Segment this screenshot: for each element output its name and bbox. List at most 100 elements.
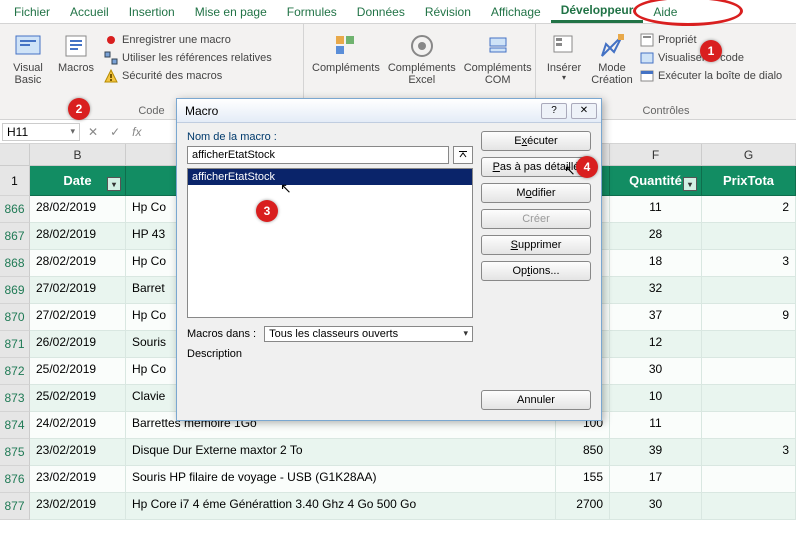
macro-security-button[interactable]: Sécurité des macros: [102, 68, 274, 84]
cell-desc[interactable]: Hp Core i7 4 éme Générattion 3.40 Ghz 4 …: [126, 493, 556, 520]
cell-date[interactable]: 28/02/2019: [30, 196, 126, 223]
cell-desc[interactable]: Disque Dur Externe maxtor 2 To: [126, 439, 556, 466]
select-all-corner[interactable]: [0, 144, 30, 166]
macros-in-select[interactable]: Tous les classeurs ouverts: [264, 326, 473, 342]
cell-d[interactable]: 2700: [556, 493, 610, 520]
cell-date[interactable]: 25/02/2019: [30, 358, 126, 385]
record-macro-button[interactable]: Enregistrer une macro: [102, 32, 274, 48]
accept-formula-icon[interactable]: ✓: [104, 125, 126, 139]
execute-button[interactable]: Exécuter: [481, 131, 591, 151]
col-header-G[interactable]: G: [702, 144, 796, 166]
run-dialog-button[interactable]: Exécuter la boîte de dialo: [638, 68, 784, 84]
cell-desc[interactable]: Souris HP filaire de voyage - USB (G1K28…: [126, 466, 556, 493]
cell-date[interactable]: 27/02/2019: [30, 304, 126, 331]
row-header[interactable]: 875: [0, 439, 30, 466]
cell-qty[interactable]: 12: [610, 331, 702, 358]
cell-prix[interactable]: [702, 466, 796, 493]
tab-home[interactable]: Accueil: [60, 2, 119, 22]
cell-prix[interactable]: [702, 358, 796, 385]
name-box[interactable]: H11: [2, 123, 80, 141]
step-into-button[interactable]: Pas à pas détaillé: [481, 157, 591, 177]
relative-refs-button[interactable]: Utiliser les références relatives: [102, 50, 274, 66]
cell-date[interactable]: 23/02/2019: [30, 493, 126, 520]
row-header[interactable]: 874: [0, 412, 30, 439]
macro-list-item[interactable]: afficherEtatStock: [188, 169, 472, 185]
filter-header-date[interactable]: Date▾: [30, 166, 126, 196]
cell-qty[interactable]: 37: [610, 304, 702, 331]
cell-prix[interactable]: 9: [702, 304, 796, 331]
macro-name-input[interactable]: [187, 146, 449, 164]
tab-layout[interactable]: Mise en page: [185, 2, 277, 22]
dialog-titlebar[interactable]: Macro ? ✕: [177, 99, 601, 123]
row-header[interactable]: 869: [0, 277, 30, 304]
row-header[interactable]: 1: [0, 166, 30, 196]
cell-qty[interactable]: 30: [610, 358, 702, 385]
cell-qty[interactable]: 11: [610, 196, 702, 223]
row-header[interactable]: 867: [0, 223, 30, 250]
cell-qty[interactable]: 28: [610, 223, 702, 250]
tab-file[interactable]: Fichier: [4, 2, 60, 22]
fx-icon[interactable]: fx: [126, 125, 147, 139]
macro-listbox[interactable]: afficherEtatStock: [187, 168, 473, 318]
filter-dropdown-icon[interactable]: ▾: [107, 177, 121, 191]
cell-qty[interactable]: 30: [610, 493, 702, 520]
tab-data[interactable]: Données: [347, 2, 415, 22]
cell-date[interactable]: 25/02/2019: [30, 385, 126, 412]
modify-button[interactable]: Modifier: [481, 183, 591, 203]
delete-button[interactable]: Supprimer: [481, 235, 591, 255]
filter-dropdown-icon[interactable]: ▾: [683, 177, 697, 191]
macros-button[interactable]: Macros: [54, 28, 98, 88]
cell-qty[interactable]: 39: [610, 439, 702, 466]
row-header[interactable]: 872: [0, 358, 30, 385]
dialog-help-button[interactable]: ?: [541, 103, 567, 119]
cell-qty[interactable]: 17: [610, 466, 702, 493]
complements-com-button[interactable]: Compléments COM: [462, 28, 534, 88]
row-header[interactable]: 868: [0, 250, 30, 277]
cell-prix[interactable]: [702, 277, 796, 304]
cancel-button[interactable]: Annuler: [481, 390, 591, 410]
cell-prix[interactable]: 3: [702, 250, 796, 277]
collapse-button[interactable]: [453, 146, 473, 164]
cell-prix[interactable]: [702, 223, 796, 250]
cell-qty[interactable]: 18: [610, 250, 702, 277]
col-header-F[interactable]: F: [610, 144, 702, 166]
cell-d[interactable]: 850: [556, 439, 610, 466]
cell-date[interactable]: 23/02/2019: [30, 466, 126, 493]
tab-review[interactable]: Révision: [415, 2, 481, 22]
insert-control-button[interactable]: Insérer ▾: [542, 28, 586, 88]
tab-view[interactable]: Affichage: [481, 2, 551, 22]
filter-header-prix[interactable]: PrixTota: [702, 166, 796, 196]
cell-date[interactable]: 28/02/2019: [30, 250, 126, 277]
cell-prix[interactable]: [702, 412, 796, 439]
cell-date[interactable]: 28/02/2019: [30, 223, 126, 250]
cell-date[interactable]: 26/02/2019: [30, 331, 126, 358]
cell-date[interactable]: 23/02/2019: [30, 439, 126, 466]
complements-button[interactable]: Compléments: [310, 28, 382, 88]
cell-qty[interactable]: 11: [610, 412, 702, 439]
cell-prix[interactable]: [702, 493, 796, 520]
cell-d[interactable]: 155: [556, 466, 610, 493]
cell-date[interactable]: 24/02/2019: [30, 412, 126, 439]
row-header[interactable]: 866: [0, 196, 30, 223]
row-header[interactable]: 870: [0, 304, 30, 331]
tab-help[interactable]: Aide: [643, 2, 687, 22]
cell-qty[interactable]: 10: [610, 385, 702, 412]
dialog-close-button[interactable]: ✕: [571, 103, 597, 119]
complements-excel-button[interactable]: Compléments Excel: [386, 28, 458, 88]
col-header-B[interactable]: B: [30, 144, 126, 166]
row-header[interactable]: 877: [0, 493, 30, 520]
cell-prix[interactable]: [702, 385, 796, 412]
visual-basic-button[interactable]: Visual Basic: [6, 28, 50, 88]
cell-prix[interactable]: [702, 331, 796, 358]
tab-insert[interactable]: Insertion: [119, 2, 185, 22]
options-button[interactable]: Options...: [481, 261, 591, 281]
cancel-formula-icon[interactable]: ✕: [82, 125, 104, 139]
row-header[interactable]: 876: [0, 466, 30, 493]
cell-prix[interactable]: 3: [702, 439, 796, 466]
design-mode-button[interactable]: Mode Création: [590, 28, 634, 88]
tab-developer[interactable]: Développeur: [551, 0, 644, 23]
row-header[interactable]: 873: [0, 385, 30, 412]
row-header[interactable]: 871: [0, 331, 30, 358]
cell-qty[interactable]: 32: [610, 277, 702, 304]
cell-prix[interactable]: 2: [702, 196, 796, 223]
